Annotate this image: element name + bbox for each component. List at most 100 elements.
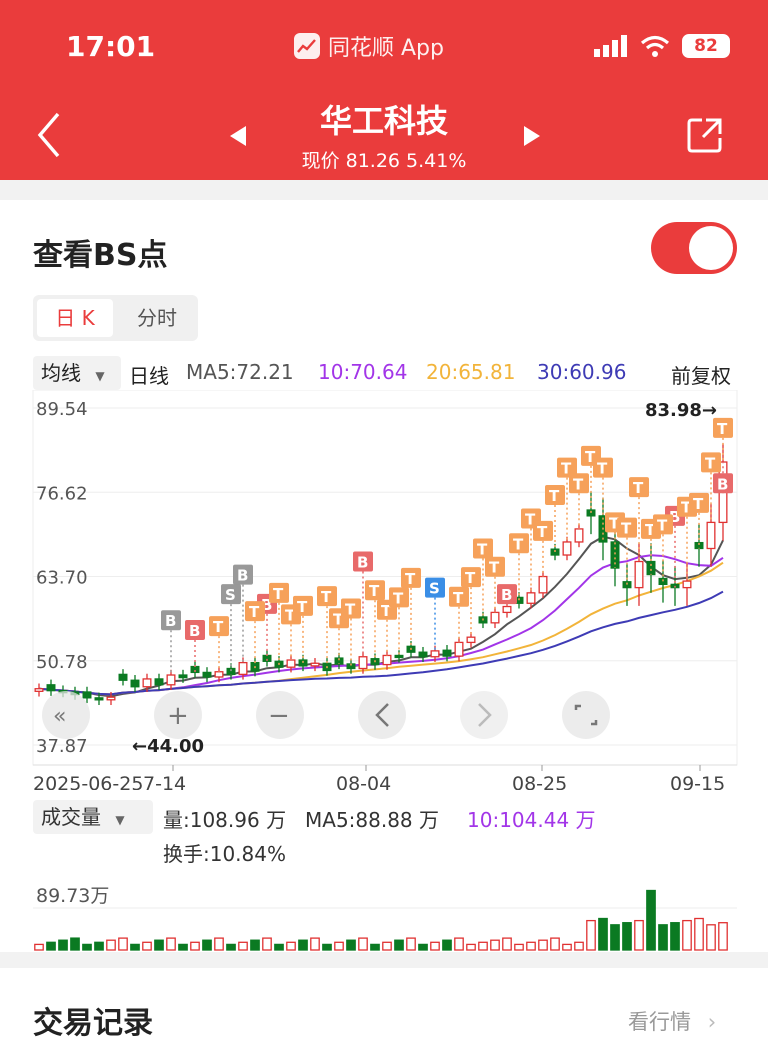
volume-bar [598, 917, 608, 951]
fullscreen-button[interactable] [562, 691, 610, 739]
ma10-label: 10:70.64 [318, 360, 408, 384]
candle-body [154, 678, 164, 686]
bs-points-card: 查看BS点 日 K 分时 均线 ▼ 日线 MA5:72.21 10:70.64 … [0, 200, 768, 952]
take-profit-marker-letter: T [573, 475, 584, 493]
scroll-right-button[interactable] [460, 691, 508, 739]
volume-bar [694, 917, 704, 951]
volume-select[interactable]: 成交量 ▼ [33, 800, 153, 834]
take-profit-marker-letter: T [213, 618, 224, 636]
volume-bar [166, 937, 176, 951]
volume-bar [502, 937, 512, 951]
ma-select-label: 均线 [41, 361, 81, 385]
take-profit-marker-letter: T [405, 570, 416, 588]
candle-body [562, 541, 572, 556]
volume-bar [538, 939, 548, 951]
next-stock-icon[interactable] [522, 124, 542, 148]
view-market-link[interactable]: 看行情 › [628, 1006, 716, 1036]
low-price-label: ←44.00 [132, 736, 204, 757]
kline-chart[interactable]: BSBBBBS BBBTTTT TTTTTTTTTTTTTTTTTTTTT TTT TT… [0, 390, 768, 790]
volume-bar [550, 937, 560, 951]
chart-type-tabs: 日 K 分时 [33, 295, 198, 341]
chevron-down-icon: ▼ [115, 813, 125, 827]
volume-bar [58, 939, 68, 951]
x-tick-label: 08-04 [336, 773, 391, 790]
scroll-left-button[interactable] [358, 691, 406, 739]
take-profit-marker-letter: T [717, 420, 728, 438]
wifi-icon [640, 35, 670, 57]
candle-body [310, 662, 320, 667]
candle-body [418, 651, 428, 658]
buy-marker-letter: B [237, 567, 248, 585]
volume-y-tick: 89.73万 [36, 885, 109, 907]
y-tick-label: 76.62 [36, 483, 88, 504]
volume-bar [682, 919, 692, 951]
volume-select-label: 成交量 [41, 805, 101, 829]
view-market-label: 看行情 [628, 1010, 691, 1034]
buy-marker-letter: B [189, 622, 200, 640]
volume-bar [454, 937, 464, 951]
candle-body [466, 636, 476, 644]
candle-body [706, 521, 716, 550]
candle-body [358, 656, 368, 670]
top-bar: 17:01 同花顺 App 82 华工科技 现价 81.26 5.41% [0, 0, 768, 180]
y-tick-label: 89.54 [36, 399, 88, 420]
volume-bar [310, 937, 320, 951]
volume-bar [574, 941, 584, 951]
ma-select[interactable]: 均线 ▼ [33, 356, 121, 390]
volume-bar [34, 943, 44, 951]
x-tick-label: 09-15 [670, 773, 725, 790]
take-profit-marker-letter: T [369, 582, 380, 600]
take-profit-marker-letter: T [657, 516, 668, 534]
volume-bar [466, 943, 476, 951]
candle-body [682, 580, 692, 589]
candle-body [238, 661, 248, 676]
take-profit-marker-letter: T [705, 454, 716, 472]
candle-body [574, 528, 584, 543]
ma-period: 日线 [129, 364, 169, 388]
take-profit-marker-letter: T [297, 598, 308, 616]
share-icon[interactable] [686, 116, 724, 154]
volume-bar [262, 937, 272, 951]
take-profit-marker-letter: T [597, 460, 608, 478]
buy-marker-letter: B [501, 586, 512, 604]
volume-bar [346, 939, 356, 951]
status-time: 17:01 [66, 30, 156, 63]
tab-intraday[interactable]: 分时 [119, 299, 195, 337]
candle-body [94, 697, 104, 701]
volume-bar [154, 939, 164, 951]
volume-bar [70, 937, 80, 951]
adjust-mode[interactable]: 前复权 [671, 360, 731, 389]
buy-marker-letter: B [165, 612, 176, 630]
volume-bar [586, 919, 596, 951]
volume-bar [490, 939, 500, 951]
candle-body [286, 659, 296, 668]
trade-records-title: 交易记录 [33, 1006, 153, 1041]
volume-ma10: 10:104.44 万 [467, 808, 596, 832]
volume-bar [418, 943, 428, 951]
take-profit-marker-letter: T [537, 523, 548, 541]
volume-bar [634, 919, 644, 951]
take-profit-marker-letter: T [693, 495, 704, 513]
double-chevron-left-icon: « [53, 704, 66, 729]
take-profit-marker-letter: T [549, 487, 560, 505]
take-profit-marker-letter: T [249, 603, 260, 621]
stock-name: 华工科技 [319, 102, 448, 140]
take-profit-marker-letter: T [345, 600, 356, 618]
tab-day-k[interactable]: 日 K [37, 299, 113, 337]
x-axis-labels: 2025-06-25 7-14 08-04 08-25 09-15 [33, 765, 725, 790]
bs-toggle[interactable] [651, 222, 737, 274]
candle-body [130, 679, 140, 688]
sell-marker-letter: S [225, 586, 236, 604]
candle-body [178, 674, 188, 679]
volume-bar [646, 889, 656, 951]
app-logo-icon [294, 33, 320, 59]
take-profit-marker-letter: T [489, 559, 500, 577]
volume-bar [190, 941, 200, 951]
ma5-label: MA5:72.21 [186, 360, 294, 384]
volume-bar [286, 941, 296, 951]
sell-marker-letter: S [429, 580, 440, 598]
candle-body [34, 688, 44, 692]
turnover-rate: 换手:10.84% [163, 842, 286, 866]
take-profit-marker-letter: T [513, 535, 524, 553]
app-indicator: 同花顺 App [294, 30, 444, 62]
